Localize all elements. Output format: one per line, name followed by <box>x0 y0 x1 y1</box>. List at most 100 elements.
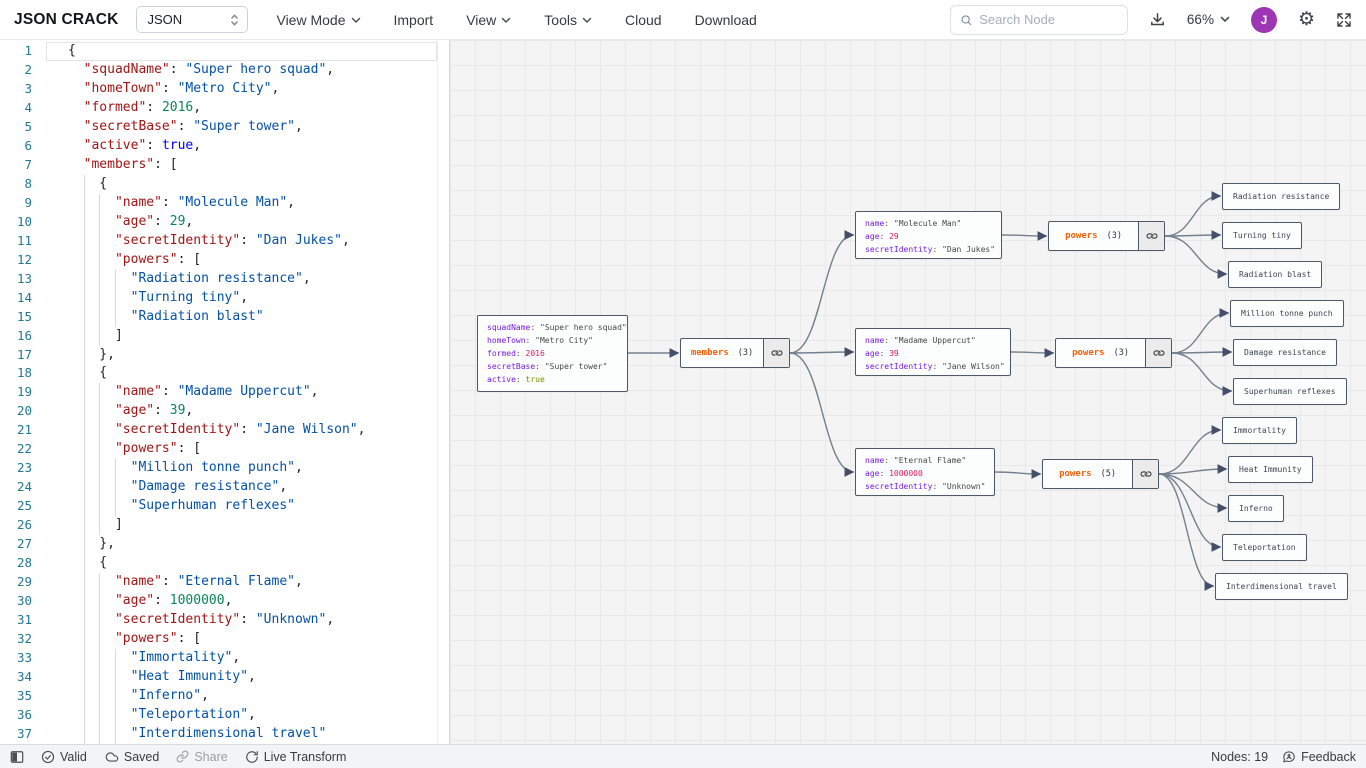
menu-view[interactable]: View <box>466 12 511 28</box>
editor-line[interactable]: 35 "Inferno", <box>0 687 437 706</box>
format-select[interactable]: JSON <box>136 6 248 33</box>
editor-line[interactable]: 16 ] <box>0 327 437 346</box>
node-field: formed: 2016 <box>487 347 618 360</box>
editor-line[interactable]: 9 "name": "Molecule Man", <box>0 194 437 213</box>
line-number: 36 <box>0 706 46 725</box>
editor-line[interactable]: 4 "formed": 2016, <box>0 99 437 118</box>
editor-line[interactable]: 31 "secretIdentity": "Unknown", <box>0 611 437 630</box>
menu-import[interactable]: Import <box>394 12 434 28</box>
node-powers-madame-uppercut[interactable]: powers(3) <box>1055 338 1172 368</box>
line-number: 22 <box>0 440 46 459</box>
editor-line[interactable]: 7 "members": [ <box>0 156 437 175</box>
node-leaf-inferno[interactable]: Inferno <box>1228 495 1284 522</box>
download-image-icon[interactable] <box>1149 11 1166 28</box>
editor-line[interactable]: 15 "Radiation blast" <box>0 308 437 327</box>
menu-view-mode[interactable]: View Mode <box>276 12 360 28</box>
editor-line[interactable]: 17 }, <box>0 346 437 365</box>
menu-tools[interactable]: Tools <box>544 12 592 28</box>
line-number: 9 <box>0 194 46 213</box>
line-number: 35 <box>0 687 46 706</box>
node-leaf-damage-resistance[interactable]: Damage resistance <box>1233 339 1337 366</box>
editor-line[interactable]: 26 ] <box>0 516 437 535</box>
editor-line[interactable]: 30 "age": 1000000, <box>0 592 437 611</box>
node-member-molecule-man[interactable]: name: "Molecule Man"age: 29secretIdentit… <box>855 211 1002 259</box>
graph-edge <box>1172 353 1232 391</box>
editor-line[interactable]: 18 { <box>0 364 437 383</box>
panel-toggle-button[interactable] <box>10 750 24 764</box>
menu-download[interactable]: Download <box>695 12 757 28</box>
editor-line[interactable]: 20 "age": 39, <box>0 402 437 421</box>
node-leaf-superhuman-reflexes[interactable]: Superhuman reflexes <box>1233 378 1347 405</box>
node-powers-eternal-flame[interactable]: powers(5) <box>1042 459 1159 489</box>
editor-line[interactable]: 37 "Interdimensional travel" <box>0 725 437 744</box>
line-number: 21 <box>0 421 46 440</box>
editor-line[interactable]: 25 "Superhuman reflexes" <box>0 497 437 516</box>
editor-line[interactable]: 3 "homeTown": "Metro City", <box>0 80 437 99</box>
editor-line[interactable]: 29 "name": "Eternal Flame", <box>0 573 437 592</box>
editor-line[interactable]: 10 "age": 29, <box>0 213 437 232</box>
line-number: 25 <box>0 497 46 516</box>
user-avatar[interactable]: J <box>1251 7 1277 33</box>
editor-line[interactable]: 1{ <box>0 42 437 61</box>
editor-line[interactable]: 36 "Teleportation", <box>0 706 437 725</box>
node-field: name: "Molecule Man" <box>865 217 992 230</box>
node-leaf-heat-immunity[interactable]: Heat Immunity <box>1228 456 1313 483</box>
editor-line[interactable]: 21 "secretIdentity": "Jane Wilson", <box>0 421 437 440</box>
editor-line[interactable]: 32 "powers": [ <box>0 630 437 649</box>
node-leaf-teleportation[interactable]: Teleportation <box>1222 534 1307 561</box>
zoom-level-dropdown[interactable]: 66% <box>1187 12 1230 27</box>
node-leaf-immortality[interactable]: Immortality <box>1222 417 1297 444</box>
editor-scrollbar[interactable] <box>437 40 449 744</box>
editor-line[interactable]: 24 "Damage resistance", <box>0 478 437 497</box>
live-transform-button[interactable]: Live Transform <box>245 750 347 764</box>
editor-line[interactable]: 23 "Million tonne punch", <box>0 459 437 478</box>
editor-line[interactable]: 8 { <box>0 175 437 194</box>
gear-icon[interactable]: ⚙ <box>1298 10 1315 29</box>
editor-line[interactable]: 12 "powers": [ <box>0 251 437 270</box>
search-node-input[interactable] <box>979 12 1118 27</box>
line-number: 31 <box>0 611 46 630</box>
valid-button[interactable]: Valid <box>41 750 87 764</box>
expand-collapse-button[interactable] <box>1145 339 1171 367</box>
line-number: 20 <box>0 402 46 421</box>
expand-collapse-button[interactable] <box>1132 460 1158 488</box>
node-leaf-million-tonne-punch[interactable]: Million tonne punch <box>1230 300 1344 327</box>
search-node-box[interactable] <box>950 5 1128 35</box>
editor-line[interactable]: 22 "powers": [ <box>0 440 437 459</box>
editor-line[interactable]: 19 "name": "Madame Uppercut", <box>0 383 437 402</box>
json-editor[interactable]: 1{2 "squadName": "Super hero squad",3 "h… <box>0 40 450 744</box>
status-bar: ValidSavedShareLive Transform Nodes: 19 … <box>0 744 1366 768</box>
menu-cloud[interactable]: Cloud <box>625 12 662 28</box>
node-leaf-radiation-resistance[interactable]: Radiation resistance <box>1222 183 1340 210</box>
editor-line[interactable]: 5 "secretBase": "Super tower", <box>0 118 437 137</box>
check-circle-icon <box>41 750 55 764</box>
node-powers-molecule-man[interactable]: powers(3) <box>1048 221 1165 251</box>
expand-collapse-button[interactable] <box>763 339 789 367</box>
editor-line[interactable]: 33 "Immortality", <box>0 649 437 668</box>
editor-line[interactable]: 2 "squadName": "Super hero squad", <box>0 61 437 80</box>
expand-collapse-button[interactable] <box>1138 222 1164 250</box>
editor-line[interactable]: 6 "active": true, <box>0 137 437 156</box>
fullscreen-icon[interactable] <box>1336 12 1352 28</box>
editor-line[interactable]: 14 "Turning tiny", <box>0 289 437 308</box>
editor-line[interactable]: 13 "Radiation resistance", <box>0 270 437 289</box>
editor-line[interactable]: 27 }, <box>0 535 437 554</box>
share-button[interactable]: Share <box>176 750 227 764</box>
node-members-array[interactable]: members(3) <box>680 338 790 368</box>
editor-line[interactable]: 28 { <box>0 554 437 573</box>
feedback-button[interactable]: Feedback <box>1282 750 1356 764</box>
editor-line[interactable]: 11 "secretIdentity": "Dan Jukes", <box>0 232 437 251</box>
line-number: 30 <box>0 592 46 611</box>
editor-lines[interactable]: 1{2 "squadName": "Super hero squad",3 "h… <box>0 42 437 744</box>
node-member-madame-uppercut[interactable]: name: "Madame Uppercut"age: 39secretIden… <box>855 328 1011 376</box>
graph-canvas[interactable]: squadName: "Super hero squad"homeTown: "… <box>450 40 1366 744</box>
node-leaf-turning-tiny[interactable]: Turning tiny <box>1222 222 1302 249</box>
editor-line[interactable]: 34 "Heat Immunity", <box>0 668 437 687</box>
chevron-down-icon <box>582 17 592 24</box>
node-root-object[interactable]: squadName: "Super hero squad"homeTown: "… <box>477 315 628 392</box>
node-leaf-radiation-blast[interactable]: Radiation blast <box>1228 261 1322 288</box>
saved-button[interactable]: Saved <box>104 750 159 764</box>
line-number: 32 <box>0 630 46 649</box>
node-member-eternal-flame[interactable]: name: "Eternal Flame"age: 1000000secretI… <box>855 448 995 496</box>
node-leaf-interdimensional-travel[interactable]: Interdimensional travel <box>1215 573 1348 600</box>
